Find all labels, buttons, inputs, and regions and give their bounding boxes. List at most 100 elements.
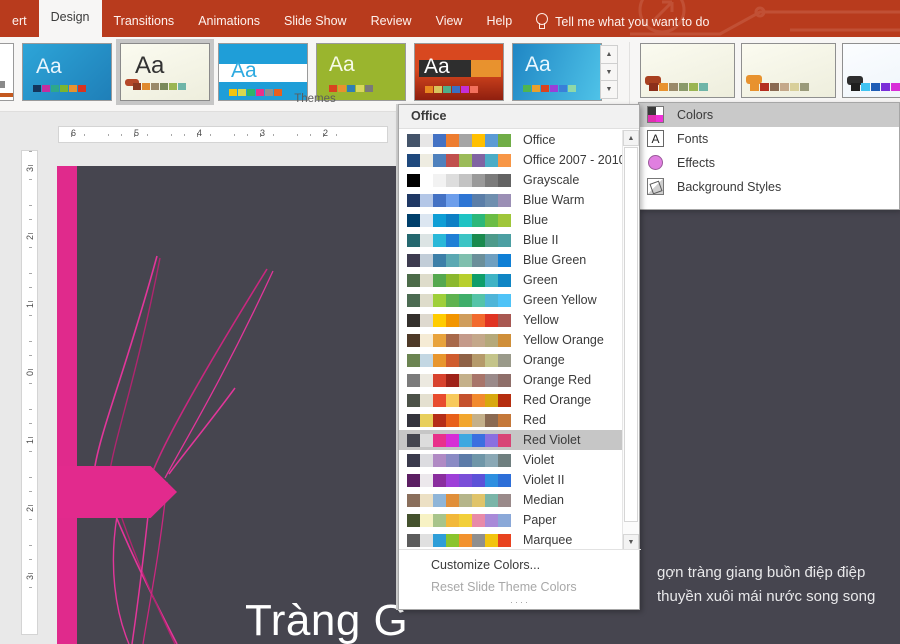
- colors-dropdown-scrollbar[interactable]: ▲ ▼: [622, 130, 639, 550]
- tab-review[interactable]: Review: [359, 6, 424, 37]
- colors-icon: [647, 106, 665, 124]
- color-scheme-item[interactable]: Red Violet: [399, 430, 623, 450]
- color-scheme-item[interactable]: Paper: [399, 510, 623, 530]
- colors-dropdown[interactable]: Office Office Office 2007 - 2010 Grayscale…: [398, 104, 641, 610]
- color-scheme-label: Orange: [523, 353, 565, 367]
- tab-design[interactable]: Design: [38, 0, 102, 37]
- color-scheme-swatches: [407, 233, 511, 247]
- scrollbar-thumb[interactable]: [624, 147, 638, 522]
- ruler-tick: [29, 273, 32, 274]
- color-scheme-item[interactable]: Red: [399, 410, 623, 430]
- ruler-tick: [28, 301, 33, 302]
- scroll-down-button[interactable]: ▼: [623, 534, 639, 550]
- ruler-tick: [29, 409, 32, 410]
- tab-transitions[interactable]: Transitions: [102, 6, 187, 37]
- ruler-tick: [29, 219, 32, 220]
- color-scheme-label: Office: [523, 133, 556, 147]
- color-scheme-swatches: [407, 373, 511, 387]
- menu-item-effects[interactable]: Effects: [639, 151, 899, 175]
- tab-insert[interactable]: ert: [0, 6, 39, 37]
- color-scheme-item[interactable]: Red Orange: [399, 390, 623, 410]
- color-scheme-label: Office 2007 - 2010: [523, 153, 623, 167]
- color-scheme-item[interactable]: Violet II: [399, 470, 623, 490]
- ruler-tick: [84, 134, 85, 136]
- color-scheme-swatches: [407, 213, 511, 227]
- menu-item-colors[interactable]: Colors: [639, 103, 899, 127]
- color-scheme-item[interactable]: Orange Red: [399, 370, 623, 390]
- color-scheme-item[interactable]: Violet: [399, 450, 623, 470]
- ruler-tick: [171, 134, 172, 136]
- slide-accent-bar: [57, 166, 77, 644]
- tab-slide-show[interactable]: Slide Show: [272, 6, 359, 37]
- ruler-tick: [121, 134, 122, 136]
- customize-colors-button[interactable]: Customize Colors...: [399, 558, 641, 580]
- scroll-up-button[interactable]: ▲: [623, 130, 639, 146]
- color-scheme-item[interactable]: Median: [399, 490, 623, 510]
- color-scheme-label: Red Orange: [523, 393, 592, 407]
- ruler-tick: [247, 134, 248, 136]
- color-scheme-label: Grayscale: [523, 173, 580, 187]
- ribbon-tab-bar: ert Design Transitions Animations Slide …: [0, 0, 900, 37]
- theme-options-menu[interactable]: Colors A Fonts Effects Background Styles: [638, 102, 900, 210]
- color-scheme-item[interactable]: Green Yellow: [399, 290, 623, 310]
- tab-help[interactable]: Help: [474, 6, 524, 37]
- slide-title[interactable]: Tràng G: [245, 596, 408, 644]
- ruler-label: 6: [71, 128, 77, 138]
- color-scheme-item[interactable]: Blue Warm: [399, 190, 623, 210]
- color-scheme-label: Red: [523, 413, 546, 427]
- color-scheme-item[interactable]: Blue: [399, 210, 623, 230]
- color-scheme-label: Red Violet: [523, 433, 581, 447]
- ruler-tick: [273, 134, 274, 136]
- tell-me-label: Tell me what you want to do: [555, 14, 710, 29]
- gallery-scroll-up-button[interactable]: ▲: [601, 46, 617, 64]
- variants-gallery[interactable]: [640, 43, 900, 98]
- lightbulb-icon: [534, 13, 549, 30]
- ruler-tick: [29, 423, 32, 424]
- menu-item-fonts[interactable]: A Fonts: [639, 127, 899, 151]
- color-scheme-swatches: [407, 533, 511, 547]
- ruler-tick: [29, 247, 32, 248]
- tabs-row: ert Design Transitions Animations Slide …: [0, 0, 900, 37]
- ruler-label: 2: [25, 506, 35, 512]
- color-scheme-item[interactable]: Office: [399, 130, 623, 150]
- color-scheme-item[interactable]: Green: [399, 270, 623, 290]
- gallery-scroll-down-button[interactable]: ▼: [601, 64, 617, 82]
- slide-body-line-2: thuyền xuôi mái nước song song: [657, 588, 876, 605]
- variant-thumbnail-2[interactable]: [741, 43, 836, 98]
- menu-item-fonts-label: Fonts: [677, 132, 709, 146]
- tab-animations[interactable]: Animations: [186, 6, 272, 37]
- tab-view[interactable]: View: [424, 6, 475, 37]
- color-scheme-label: Violet II: [523, 473, 565, 487]
- color-scheme-item[interactable]: Grayscale: [399, 170, 623, 190]
- ruler-tick: [29, 179, 32, 180]
- color-scheme-item[interactable]: Blue II: [399, 230, 623, 250]
- themes-gallery-scroll[interactable]: ▲ ▼ ▼: [600, 45, 618, 99]
- colors-dropdown-list[interactable]: Office Office 2007 - 2010 Grayscale Blue Wa…: [399, 130, 623, 550]
- color-scheme-label: Blue Green: [523, 253, 587, 267]
- menu-item-background-styles-label: Background Styles: [677, 180, 782, 194]
- slide-body-text[interactable]: gợn tràng giang buồn điệp điệp thuyền xu…: [657, 561, 875, 609]
- ruler-label: 0: [25, 370, 35, 376]
- ruler-tick: [28, 369, 33, 370]
- ruler-tick: [28, 233, 33, 234]
- color-scheme-item[interactable]: Orange: [399, 350, 623, 370]
- variant-thumbnail-1[interactable]: [640, 43, 735, 98]
- tell-me-search[interactable]: Tell me what you want to do: [524, 6, 719, 37]
- ruler-tick: [147, 134, 148, 136]
- variant-thumbnail-3[interactable]: [842, 43, 900, 98]
- ruler-label: 1: [25, 302, 35, 308]
- ruler-tick: [58, 134, 59, 136]
- color-scheme-item[interactable]: Blue Green: [399, 250, 623, 270]
- color-scheme-item[interactable]: Marquee: [399, 530, 623, 550]
- color-scheme-item[interactable]: Yellow: [399, 310, 623, 330]
- color-scheme-item[interactable]: Office 2007 - 2010: [399, 150, 623, 170]
- color-scheme-label: Blue II: [523, 233, 559, 247]
- ruler-tick: [29, 383, 32, 384]
- ruler-tick: [29, 287, 32, 288]
- ruler-tick: [29, 315, 32, 316]
- color-scheme-label: Yellow: [523, 313, 559, 327]
- dropdown-resize-grip[interactable]: ····: [510, 597, 530, 607]
- color-scheme-item[interactable]: Yellow Orange: [399, 330, 623, 350]
- menu-item-background-styles[interactable]: Background Styles: [639, 175, 899, 199]
- color-scheme-swatches: [407, 193, 511, 207]
